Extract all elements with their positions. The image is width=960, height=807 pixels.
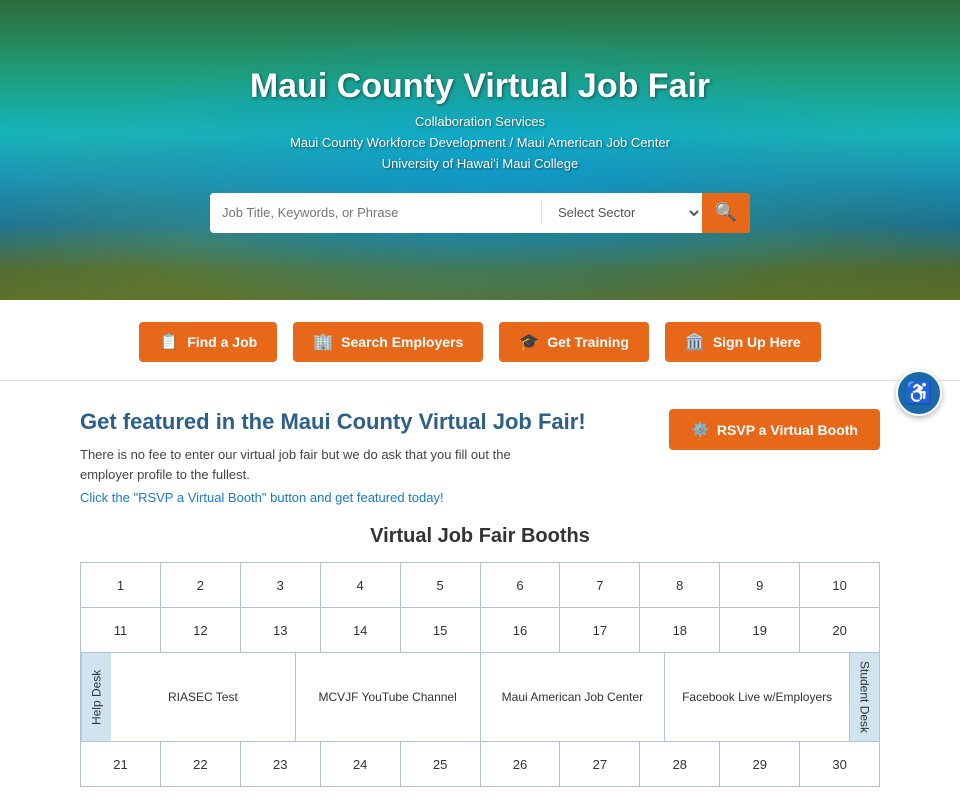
find-job-label: Find a Job [187, 334, 257, 350]
booth-row-2: 11 12 13 14 15 16 17 18 19 20 [81, 608, 879, 653]
facebook-live-cell[interactable]: Facebook Live w/Employers [665, 653, 849, 741]
booth-16[interactable]: 16 [481, 608, 561, 652]
feature-cells: RIASEC Test MCVJF YouTube Channel Maui A… [111, 653, 849, 741]
get-training-label: Get Training [547, 334, 629, 350]
search-employers-label: Search Employers [341, 334, 463, 350]
sign-up-button[interactable]: 🏛️ Sign Up Here [665, 322, 821, 362]
booth-26[interactable]: 26 [481, 742, 561, 786]
featured-description: There is no fee to enter our virtual job… [80, 445, 520, 484]
find-job-icon: 📋 [159, 332, 179, 352]
featured-title: Get featured in the Maui County Virtual … [80, 409, 586, 435]
rsvp-icon: ⚙️ [691, 421, 708, 438]
search-icon: 🔍 [715, 202, 737, 223]
booth-28[interactable]: 28 [640, 742, 720, 786]
search-employers-button[interactable]: 🏢 Search Employers [293, 322, 483, 362]
booth-30[interactable]: 30 [800, 742, 879, 786]
riasec-test-cell[interactable]: RIASEC Test [111, 653, 296, 741]
booth-9[interactable]: 9 [720, 563, 800, 607]
booths-title: Virtual Job Fair Booths [80, 525, 880, 548]
rsvp-button[interactable]: ⚙️ RSVP a Virtual Booth [669, 409, 880, 450]
hero-subtitle: Collaboration Services Maui County Workf… [290, 112, 670, 174]
get-training-icon: 🎓 [519, 332, 539, 352]
hero-title: Maui County Virtual Job Fair [250, 67, 710, 106]
booth-21[interactable]: 21 [81, 742, 161, 786]
accessibility-button[interactable]: ♿ [896, 370, 942, 416]
featured-link[interactable]: Click the "RSVP a Virtual Booth" button … [80, 490, 586, 505]
booth-3[interactable]: 3 [241, 563, 321, 607]
booth-24[interactable]: 24 [321, 742, 401, 786]
youtube-channel-cell[interactable]: MCVJF YouTube Channel [296, 653, 481, 741]
search-button[interactable]: 🔍 [702, 193, 750, 233]
featured-text: Get featured in the Maui County Virtual … [80, 409, 586, 505]
find-job-button[interactable]: 📋 Find a Job [139, 322, 277, 362]
booth-2[interactable]: 2 [161, 563, 241, 607]
hero-section: Maui County Virtual Job Fair Collaborati… [0, 0, 960, 300]
booth-15[interactable]: 15 [401, 608, 481, 652]
booth-20[interactable]: 20 [800, 608, 879, 652]
booth-27[interactable]: 27 [560, 742, 640, 786]
search-bar: Select Sector Healthcare Technology Reta… [210, 193, 750, 233]
booth-10[interactable]: 10 [800, 563, 879, 607]
featured-section: Get featured in the Maui County Virtual … [0, 381, 960, 525]
sector-select[interactable]: Select Sector Healthcare Technology Reta… [542, 193, 702, 233]
hero-subtitle-line1: Collaboration Services [290, 112, 670, 133]
job-center-cell[interactable]: Maui American Job Center [481, 653, 666, 741]
booth-25[interactable]: 25 [401, 742, 481, 786]
rsvp-label: RSVP a Virtual Booth [717, 422, 858, 438]
booths-grid: 1 2 3 4 5 6 7 8 9 10 11 12 13 14 15 16 1… [80, 562, 880, 787]
booths-section: Virtual Job Fair Booths 1 2 3 4 5 6 7 8 … [0, 525, 960, 807]
help-desk-label: Help Desk [81, 653, 111, 741]
search-input[interactable] [210, 193, 541, 233]
student-desk-label: Student Desk [849, 653, 879, 741]
booth-12[interactable]: 12 [161, 608, 241, 652]
booth-row-3: 21 22 23 24 25 26 27 28 29 30 [81, 742, 879, 786]
booth-4[interactable]: 4 [321, 563, 401, 607]
booth-17[interactable]: 17 [560, 608, 640, 652]
hero-subtitle-line3: University of Hawaiʻi Maui College [290, 154, 670, 175]
booth-7[interactable]: 7 [560, 563, 640, 607]
search-employers-icon: 🏢 [313, 332, 333, 352]
sign-up-icon: 🏛️ [685, 332, 705, 352]
booth-1[interactable]: 1 [81, 563, 161, 607]
booth-19[interactable]: 19 [720, 608, 800, 652]
booth-6[interactable]: 6 [481, 563, 561, 607]
booth-row-1: 1 2 3 4 5 6 7 8 9 10 [81, 563, 879, 608]
booth-13[interactable]: 13 [241, 608, 321, 652]
booth-29[interactable]: 29 [720, 742, 800, 786]
special-row: Help Desk RIASEC Test MCVJF YouTube Chan… [81, 653, 879, 742]
booth-22[interactable]: 22 [161, 742, 241, 786]
booth-5[interactable]: 5 [401, 563, 481, 607]
get-training-button[interactable]: 🎓 Get Training [499, 322, 649, 362]
booth-11[interactable]: 11 [81, 608, 161, 652]
booth-23[interactable]: 23 [241, 742, 321, 786]
hero-subtitle-line2: Maui County Workforce Development / Maui… [290, 133, 670, 154]
action-bar: 📋 Find a Job 🏢 Search Employers 🎓 Get Tr… [0, 300, 960, 381]
accessibility-icon: ♿ [905, 380, 932, 406]
booth-8[interactable]: 8 [640, 563, 720, 607]
booth-18[interactable]: 18 [640, 608, 720, 652]
sign-up-label: Sign Up Here [713, 334, 801, 350]
booth-14[interactable]: 14 [321, 608, 401, 652]
